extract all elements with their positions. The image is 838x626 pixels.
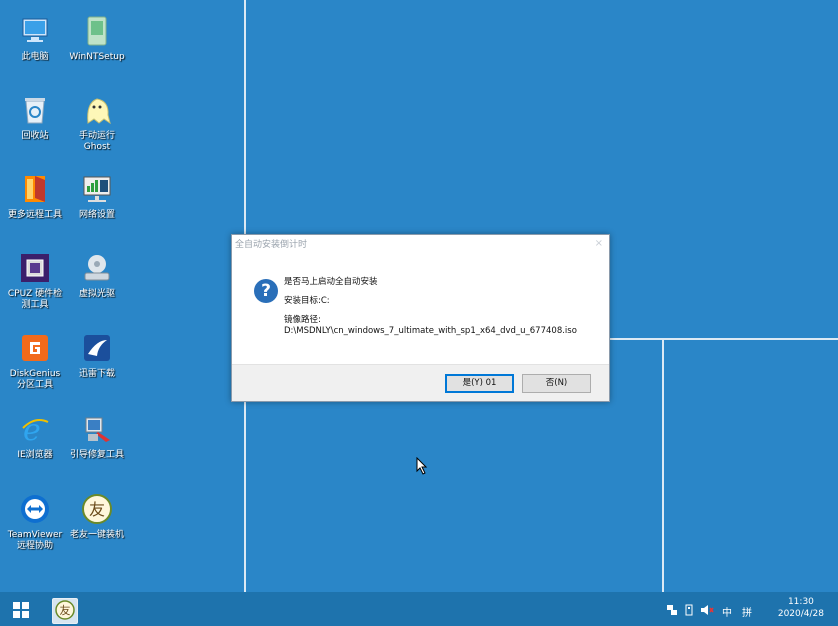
taskbar-app-laoyou[interactable]: 友	[52, 598, 78, 624]
virtual-drive-icon	[80, 251, 114, 285]
install-countdown-dialog: 全自动安装倒计时 × ? 是否马上启动全自动安装 安装目标:C: 镜像路径: D…	[231, 234, 610, 402]
desktop-icon-teamviewer[interactable]: TeamViewer 远程协助	[4, 492, 66, 552]
usb-tray-icon[interactable]	[684, 604, 694, 619]
image-path-label: 镜像路径:	[284, 315, 321, 325]
message-line: 是否马上启动全自动安装	[284, 277, 378, 287]
desktop-icon-remote-tools[interactable]: 更多远程工具	[4, 172, 66, 221]
svg-text:友: 友	[60, 603, 71, 617]
wallpaper-line	[608, 338, 838, 340]
desktop-icon-thunder[interactable]: 迅雷下载	[66, 331, 128, 380]
desktop-icon-winntsetup[interactable]: WinNTSetup	[66, 14, 128, 63]
windows-start-icon[interactable]	[13, 602, 29, 618]
boot-repair-icon	[80, 412, 114, 446]
install-target: 安装目标:C:	[284, 296, 330, 306]
desktop-icon-ie[interactable]: e IE浏览器	[4, 412, 66, 461]
dialog-title: 全自动安装倒计时	[235, 240, 308, 250]
desktop-icon-this-pc[interactable]: 此电脑	[4, 14, 66, 63]
teamviewer-icon	[18, 492, 52, 526]
desktop-icon-virtual-drive[interactable]: 虚拟光驱	[66, 251, 128, 300]
cpuz-icon	[18, 251, 52, 285]
remote-tools-icon	[18, 172, 52, 206]
ie-icon: e	[18, 412, 52, 446]
clock-date: 2020/4/28	[777, 609, 824, 619]
close-icon[interactable]: ×	[595, 238, 603, 249]
svg-text:友: 友	[89, 500, 105, 519]
ime-layout-indicator[interactable]: 拼	[742, 604, 752, 619]
desktop-icon-laoyou-installer[interactable]: 友 老友一键装机	[66, 492, 128, 541]
desktop-icon-ghost[interactable]: 手动运行 Ghost	[66, 93, 128, 153]
desktop: 此电脑 回收站 更多远程工具 CPUZ 硬件检 测工具 DiskGenius 分…	[0, 0, 838, 592]
ime-mode-indicator[interactable]: 中	[722, 604, 732, 619]
svg-text:e: e	[23, 414, 41, 444]
computer-icon	[18, 14, 52, 48]
diskgenius-icon	[18, 331, 52, 365]
taskbar: 友 中 拼 11:30 2020/4/28	[0, 592, 838, 626]
desktop-icon-network-settings[interactable]: 网络设置	[66, 172, 128, 221]
question-icon: ?	[254, 279, 278, 303]
desktop-icon-cpuz[interactable]: CPUZ 硬件检 测工具	[4, 251, 66, 311]
laoyou-installer-icon: 友	[80, 492, 114, 526]
laoyou-app-icon: 友	[55, 599, 75, 623]
winntsetup-icon	[80, 14, 114, 48]
clock-time: 11:30	[787, 597, 814, 607]
no-button[interactable]: 否(N)	[522, 374, 591, 393]
desktop-icon-recycle-bin[interactable]: 回收站	[4, 93, 66, 142]
recycle-bin-icon	[18, 93, 52, 127]
network-settings-icon	[80, 172, 114, 206]
system-clock[interactable]: 11:30 2020/4/28	[778, 596, 824, 620]
image-path-value: D:\MSDNLY\cn_windows_7_ultimate_with_sp1…	[284, 326, 577, 336]
desktop-icon-boot-repair[interactable]: 引导修复工具	[66, 412, 128, 461]
yes-button[interactable]: 是(Y) 01	[445, 374, 514, 393]
thunder-icon	[80, 331, 114, 365]
desktop-icon-diskgenius[interactable]: DiskGenius 分区工具	[4, 331, 66, 391]
wallpaper-line	[662, 338, 664, 592]
network-tray-icon[interactable]	[666, 604, 678, 619]
ghost-icon	[80, 93, 114, 127]
dialog-footer: 是(Y) 01 否(N)	[232, 364, 609, 401]
mouse-cursor-icon	[416, 456, 428, 478]
dialog-message: 是否马上启动全自动安装 安装目标:C: 镜像路径: D:\MSDNLY\cn_w…	[284, 277, 577, 337]
volume-muted-icon[interactable]	[700, 604, 714, 619]
